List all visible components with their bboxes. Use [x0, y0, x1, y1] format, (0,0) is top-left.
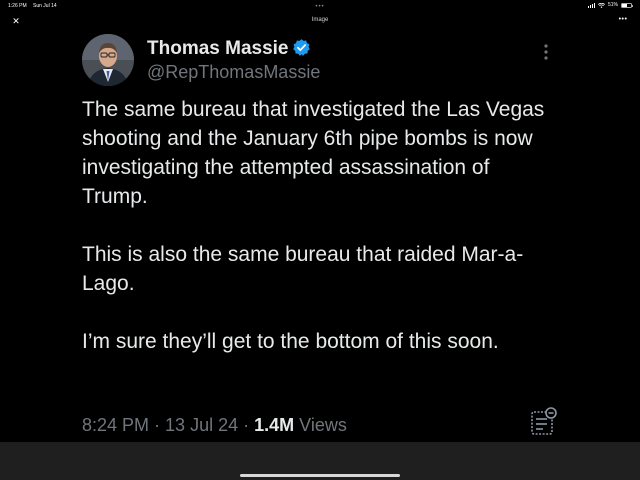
image-viewer-toolbar: ✕ Image •••: [0, 12, 640, 30]
status-right: 51%: [587, 2, 633, 8]
view-count: 1.4M: [254, 415, 295, 435]
author-handle[interactable]: @RepThomasMassie: [147, 62, 320, 83]
page: 1:26 PM Sun Jul 14 ••• 51% ✕ Image ••• T…: [0, 0, 640, 480]
more-icon: •••: [618, 16, 628, 23]
avatar[interactable]: [82, 34, 134, 86]
more-options-button[interactable]: •••: [616, 14, 630, 26]
battery-fill: [622, 3, 627, 7]
home-indicator[interactable]: [240, 474, 400, 477]
cellular-icon: [587, 2, 595, 8]
multitask-dots[interactable]: •••: [0, 4, 640, 10]
avatar-image: [82, 34, 134, 86]
tweet-paragraph: I’m sure they’ll get to the bottom of th…: [82, 330, 499, 353]
author-name[interactable]: Thomas Massie: [147, 38, 289, 60]
battery-icon: [621, 2, 633, 8]
vertical-dots-icon: [544, 44, 548, 60]
tweet-paragraph: This is also the same bureau that raided…: [82, 243, 524, 295]
tweet-text: The same bureau that investigated the La…: [82, 95, 552, 356]
verified-badge-icon: [293, 39, 310, 56]
meta-separator: ·: [149, 415, 166, 435]
tweet-menu-button[interactable]: [538, 40, 554, 64]
analytics-button[interactable]: [530, 406, 558, 436]
tweet-card: Thomas Massie @RepThomasMassie The same …: [64, 30, 576, 442]
tweet-paragraph: The same bureau that investigated the La…: [82, 98, 545, 208]
status-bar: 1:26 PM Sun Jul 14 ••• 51%: [0, 0, 640, 12]
tweet-meta: 8:24 PM · 13 Jul 24 · 1.4M Views: [82, 415, 347, 436]
tweet-time[interactable]: 8:24 PM: [82, 415, 149, 435]
wifi-icon: [597, 2, 605, 8]
battery-percent: 51%: [607, 2, 618, 8]
meta-separator: ·: [238, 415, 255, 435]
toolbar-title: Image: [311, 17, 329, 23]
views-label: Views: [294, 415, 347, 435]
analytics-icon: [531, 407, 557, 435]
tweet-date[interactable]: 13 Jul 24: [165, 415, 238, 435]
